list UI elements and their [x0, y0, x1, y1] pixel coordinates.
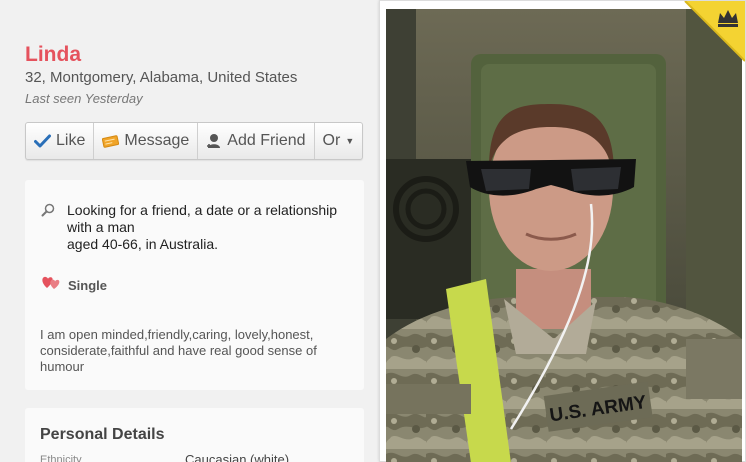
search-icon: [41, 202, 67, 253]
add-friend-icon: [206, 133, 222, 149]
profile-photo-frame: U.S. ARMY: [379, 0, 746, 462]
relationship-status: Single: [68, 277, 108, 293]
profile-summary-card: Looking for a friend, a date or a relati…: [25, 180, 364, 390]
like-label: Like: [56, 132, 86, 149]
profile-photo[interactable]: U.S. ARMY: [386, 9, 742, 462]
relationship-status-row: Single: [41, 275, 107, 295]
looking-for-text: Looking for a friend, a date or a relati…: [67, 202, 338, 235]
add-friend-button[interactable]: Add Friend: [198, 123, 315, 159]
personal-details-title: Personal Details: [40, 426, 165, 443]
profile-action-buttons: Like Message Add Friend Or ▼: [25, 122, 364, 160]
add-friend-label: Add Friend: [227, 132, 306, 149]
profile-location: 32, Montgomery, Alabama, United States: [25, 69, 298, 86]
premium-ribbon: [684, 1, 745, 62]
looking-for-row: Looking for a friend, a date or a relati…: [41, 202, 357, 253]
checkmark-icon: [34, 134, 51, 148]
looking-for-age-range: aged 40-66, in Australia.: [67, 236, 218, 252]
profile-sidebar: Linda 32, Montgomery, Alabama, United St…: [0, 0, 380, 462]
profile-name: Linda: [25, 43, 81, 66]
message-button[interactable]: Message: [94, 123, 199, 159]
last-seen-status: Last seen Yesterday: [25, 91, 143, 106]
more-actions-label: Or: [322, 132, 341, 149]
message-icon: [102, 134, 120, 148]
ethnicity-value: Caucasian (white): [185, 452, 290, 462]
like-button[interactable]: Like: [26, 123, 95, 159]
message-label: Message: [124, 132, 190, 149]
more-actions-dropdown[interactable]: Or ▼: [315, 123, 363, 159]
personal-details-card: Personal Details Ethnicity Caucasian (wh…: [25, 408, 364, 462]
hearts-icon: [41, 275, 68, 295]
profile-photo-image: U.S. ARMY: [386, 9, 742, 462]
about-me-text: I am open minded,friendly,caring, lovely…: [40, 327, 317, 374]
chevron-down-icon: ▼: [345, 136, 355, 146]
ethnicity-label: Ethnicity: [40, 454, 82, 462]
